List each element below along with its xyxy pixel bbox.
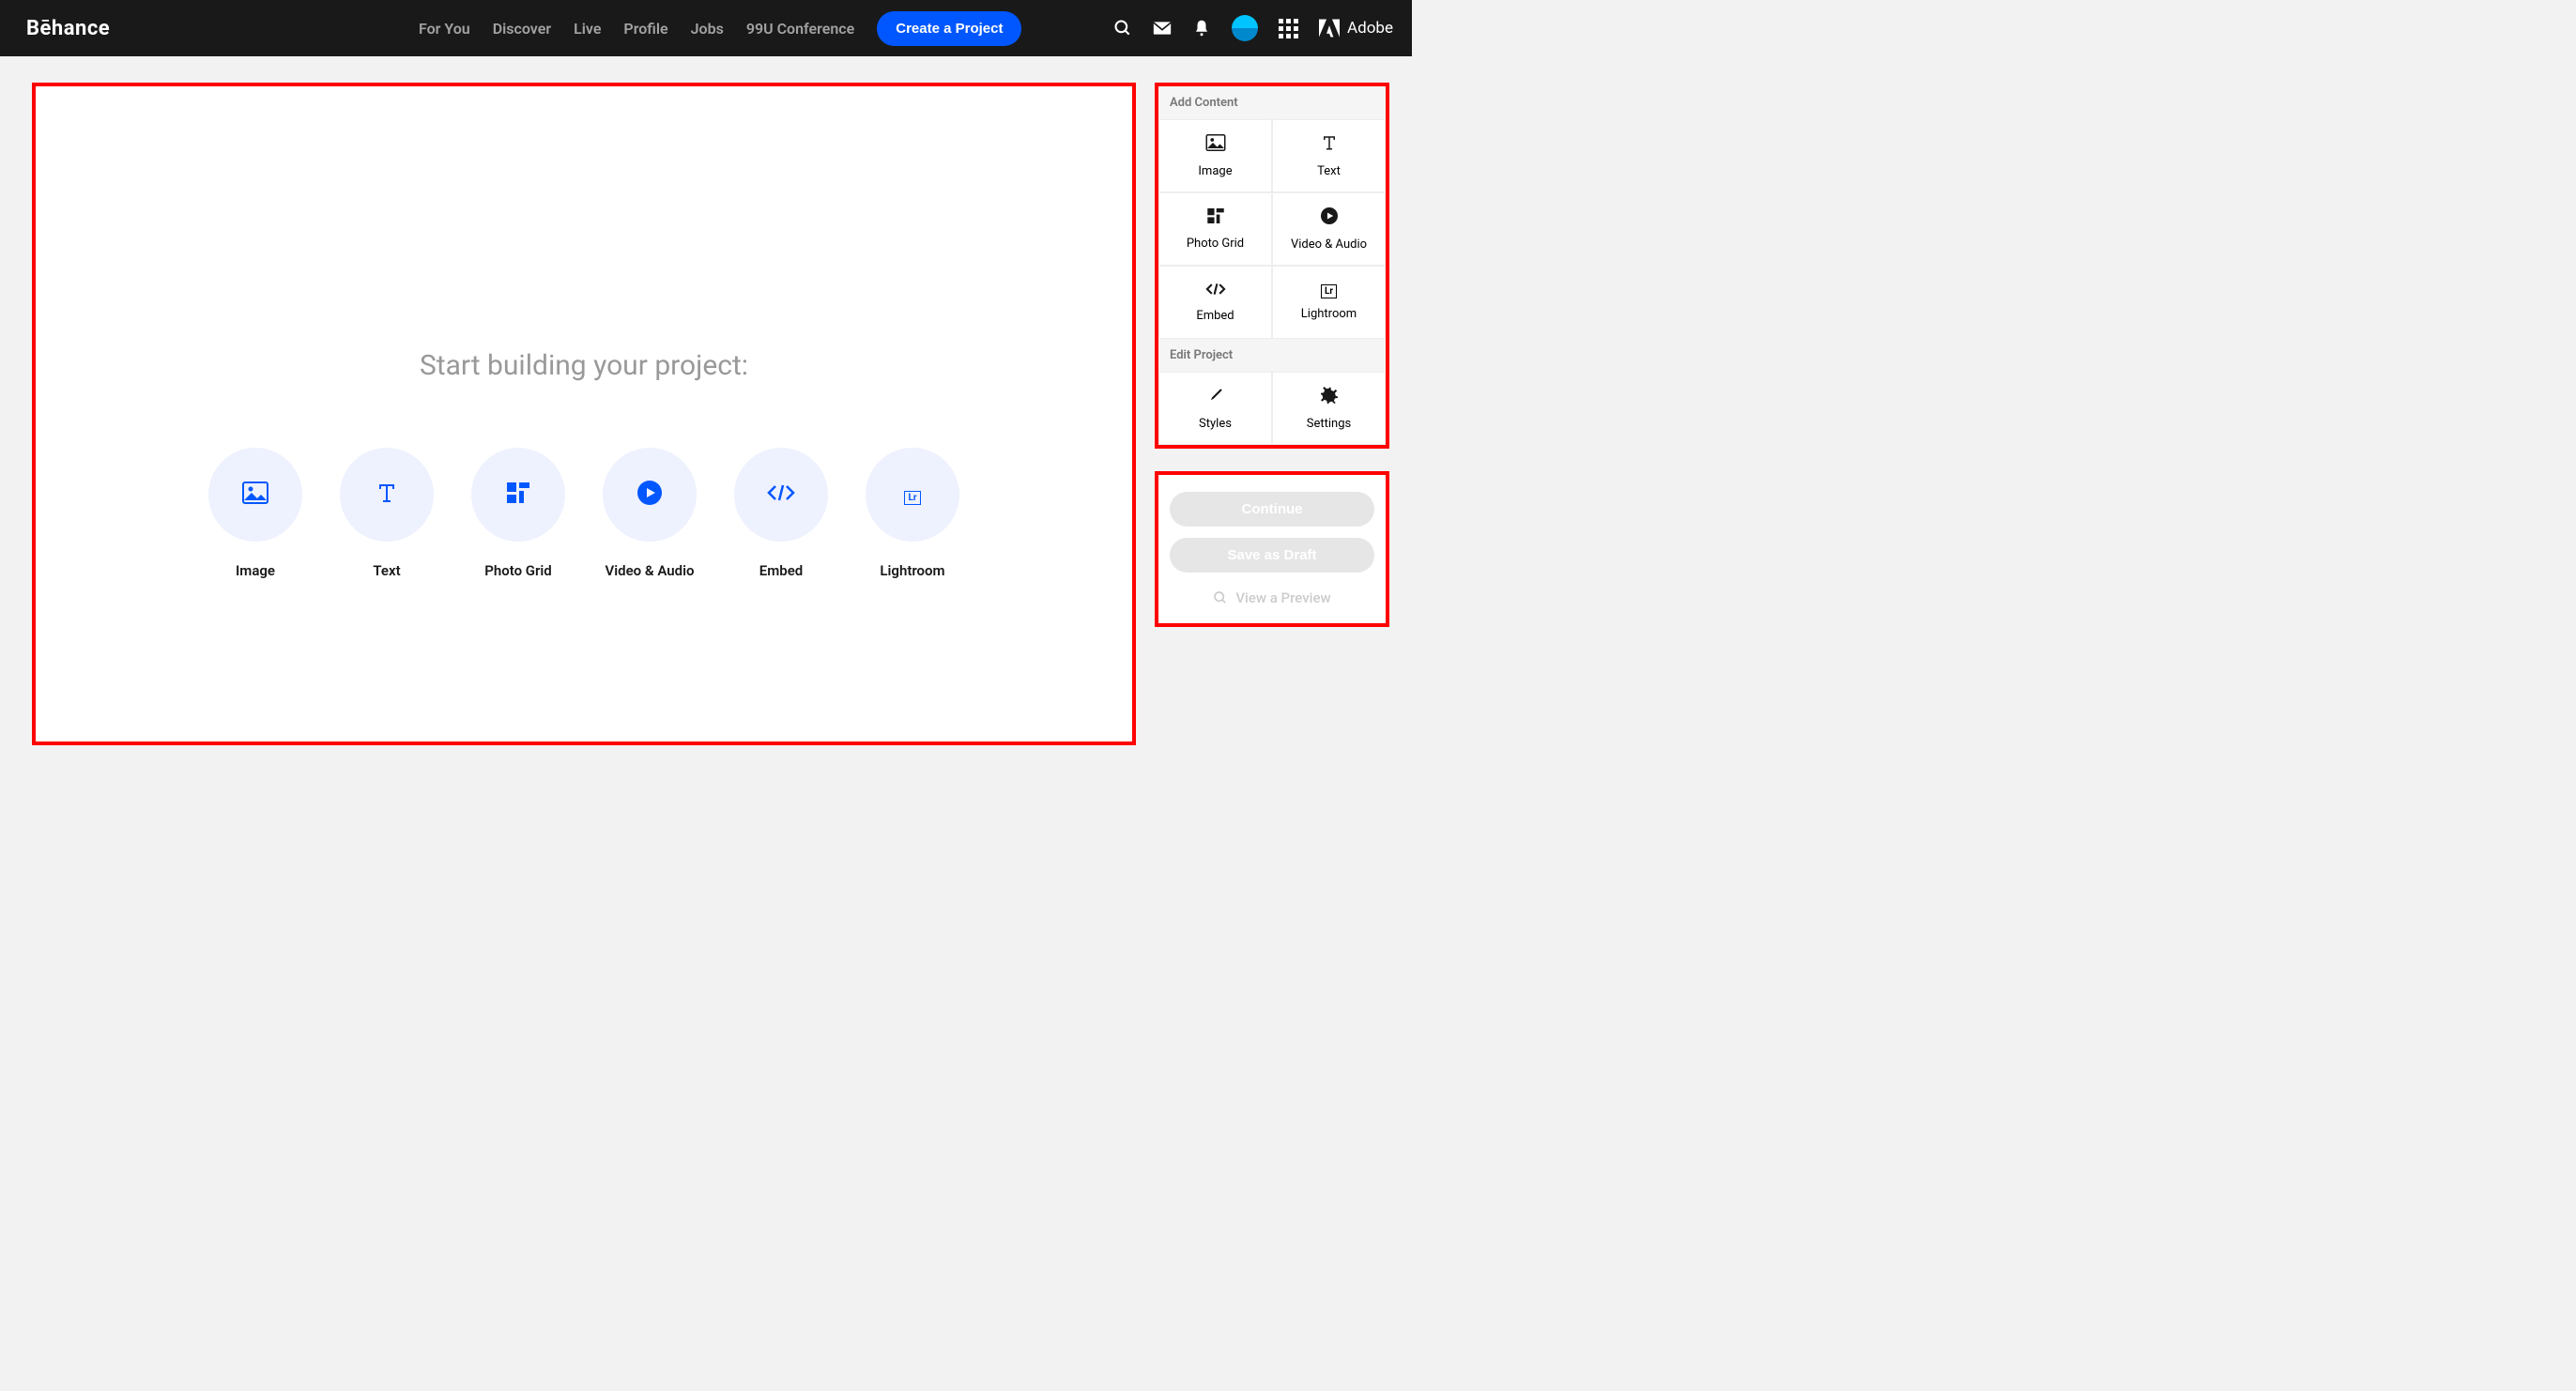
sidebar-cell-label: Styles (1199, 417, 1232, 431)
canvas-tool-label: Lightroom (880, 562, 944, 579)
main-nav: For You Discover Live Profile Jobs 99U C… (156, 11, 1022, 46)
sidebar-styles[interactable]: Styles (1158, 372, 1272, 445)
canvas-tool-lightroom[interactable]: Lr Lightroom (866, 448, 959, 579)
nav-for-you[interactable]: For You (419, 20, 470, 38)
play-icon (1321, 207, 1338, 228)
sidebar-cell-label: Image (1198, 164, 1232, 178)
sidebar-cell-label: Text (1317, 164, 1341, 178)
lightroom-icon: Lr (904, 486, 920, 504)
sidebar-video-audio[interactable]: Video & Audio (1272, 192, 1386, 266)
create-project-button[interactable]: Create a Project (877, 11, 1021, 46)
editor-canvas: Start building your project: Image Text … (32, 83, 1136, 745)
content-area: Start building your project: Image Text … (0, 56, 1412, 745)
gear-icon (1321, 387, 1338, 407)
canvas-tool-photo-grid[interactable]: Photo Grid (471, 448, 565, 579)
nav-jobs[interactable]: Jobs (691, 20, 724, 38)
sidebar-text[interactable]: Text (1272, 119, 1386, 192)
canvas-tool-label: Image (236, 562, 275, 579)
main-header: Bēhance For You Discover Live Profile Jo… (0, 0, 1412, 56)
canvas-tool-text[interactable]: Text (340, 448, 434, 579)
preview-label: View a Preview (1235, 589, 1330, 606)
sidebar-embed[interactable]: Embed (1158, 266, 1272, 339)
sidebar-cell-label: Settings (1307, 417, 1351, 431)
image-icon (242, 482, 268, 508)
sidebar-image[interactable]: Image (1158, 119, 1272, 192)
canvas-tool-row: Image Text Photo Grid Video & Audio Embe… (208, 448, 959, 579)
brush-icon (1207, 387, 1224, 407)
code-icon (1205, 283, 1226, 299)
nav-live[interactable]: Live (574, 20, 601, 38)
canvas-tool-embed[interactable]: Embed (734, 448, 828, 579)
continue-button[interactable]: Continue (1170, 492, 1374, 527)
canvas-tool-video-audio[interactable]: Video & Audio (603, 448, 697, 579)
view-preview-link[interactable]: View a Preview (1213, 589, 1330, 606)
sidebar-column: Add Content Image Text Photo Grid Video … (1155, 83, 1389, 745)
lightroom-icon: Lr (1321, 283, 1337, 298)
photo-grid-icon (507, 482, 529, 507)
search-icon[interactable] (1113, 19, 1132, 38)
canvas-tool-label: Embed (759, 562, 803, 579)
add-edit-panel: Add Content Image Text Photo Grid Video … (1155, 83, 1389, 449)
canvas-tool-label: Video & Audio (606, 562, 695, 579)
sidebar-cell-label: Embed (1196, 309, 1234, 323)
bell-icon[interactable] (1192, 19, 1211, 38)
adobe-label: Adobe (1347, 19, 1393, 38)
canvas-tool-image[interactable]: Image (208, 448, 302, 579)
behance-logo[interactable]: Bēhance (26, 17, 110, 40)
edit-project-grid: Styles Settings (1158, 372, 1386, 445)
search-icon (1213, 590, 1228, 605)
nav-profile[interactable]: Profile (623, 20, 667, 38)
sidebar-photo-grid[interactable]: Photo Grid (1158, 192, 1272, 266)
sidebar-cell-label: Video & Audio (1291, 237, 1367, 252)
nav-discover[interactable]: Discover (493, 20, 551, 38)
play-icon (637, 481, 662, 509)
code-icon (767, 483, 795, 506)
header-right: Adobe (1113, 15, 1393, 41)
add-content-header: Add Content (1158, 86, 1386, 119)
sidebar-settings[interactable]: Settings (1272, 372, 1386, 445)
text-icon (1321, 134, 1338, 155)
action-panel: Continue Save as Draft View a Preview (1155, 471, 1389, 627)
sidebar-cell-label: Lightroom (1301, 307, 1357, 321)
image-icon (1205, 134, 1226, 155)
nav-99u[interactable]: 99U Conference (746, 20, 854, 38)
sidebar-lightroom[interactable]: Lr Lightroom (1272, 266, 1386, 339)
sidebar-cell-label: Photo Grid (1187, 237, 1244, 251)
mail-icon[interactable] (1153, 19, 1172, 38)
canvas-tool-label: Photo Grid (484, 562, 552, 579)
save-draft-button[interactable]: Save as Draft (1170, 538, 1374, 573)
apps-grid-icon[interactable] (1279, 19, 1298, 38)
adobe-logo[interactable]: Adobe (1319, 19, 1393, 38)
canvas-tool-label: Text (373, 562, 400, 579)
avatar[interactable] (1232, 15, 1258, 41)
photo-grid-icon (1207, 208, 1224, 227)
edit-project-header: Edit Project (1158, 339, 1386, 372)
text-icon (376, 482, 398, 508)
canvas-title: Start building your project: (420, 349, 748, 382)
add-content-grid: Image Text Photo Grid Video & Audio Embe… (1158, 119, 1386, 339)
